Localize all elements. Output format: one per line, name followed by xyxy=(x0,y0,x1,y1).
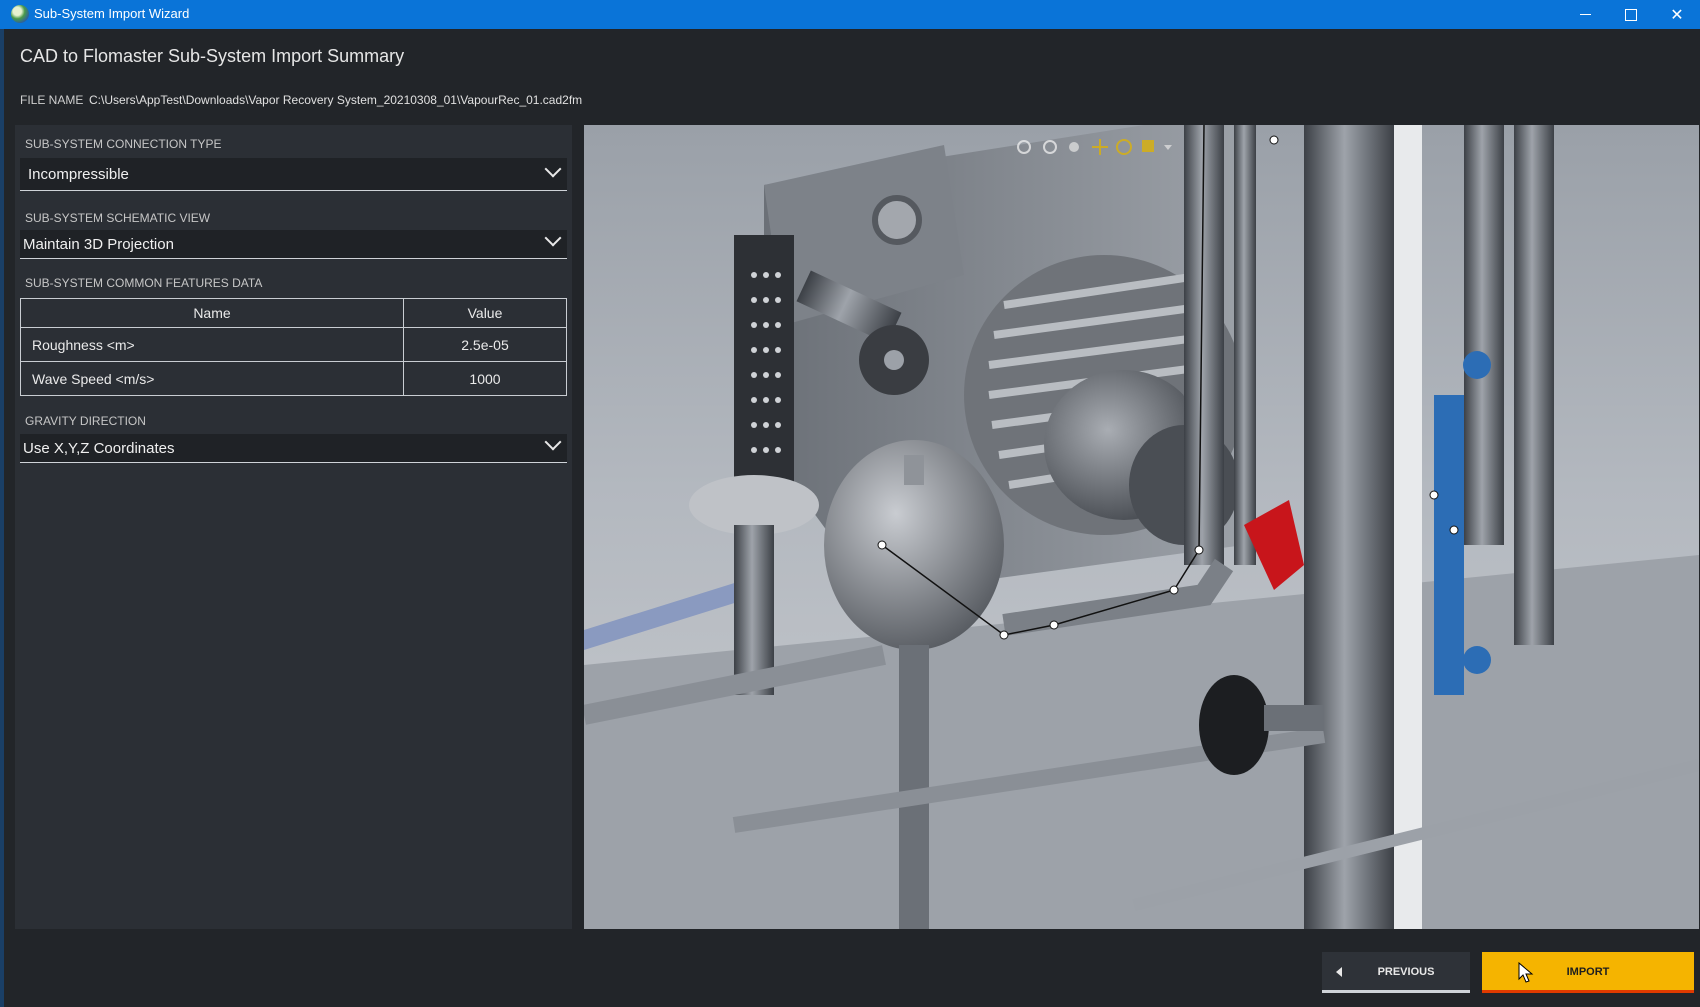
minimize-button[interactable] xyxy=(1562,0,1608,29)
window-title: Sub-System Import Wizard xyxy=(34,6,190,21)
features-label: SUB-SYSTEM COMMON FEATURES DATA xyxy=(25,276,263,290)
gravity-direction-dropdown[interactable]: Use X,Y,Z Coordinates xyxy=(20,433,567,463)
app-globe-icon xyxy=(11,5,29,23)
schematic-view-label: SUB-SYSTEM SCHEMATIC VIEW xyxy=(25,211,211,225)
schematic-view-value: Maintain 3D Projection xyxy=(23,236,174,253)
connection-type-value: Incompressible xyxy=(28,166,129,183)
previous-button[interactable]: PREVIOUS xyxy=(1322,952,1470,993)
connection-type-label: SUB-SYSTEM CONNECTION TYPE xyxy=(25,137,222,151)
page-title: CAD to Flomaster Sub-System Import Summa… xyxy=(20,46,405,66)
settings-panel: SUB-SYSTEM CONNECTION TYPE Incompressibl… xyxy=(15,125,572,929)
blue-valve-body xyxy=(1434,395,1464,695)
column-header-name: Name xyxy=(20,298,404,328)
file-name-label: FILE NAME xyxy=(20,93,84,107)
cad-model-render xyxy=(584,125,1699,929)
import-button[interactable]: IMPORT xyxy=(1482,952,1694,993)
row-value-input[interactable]: 2.5e-05 xyxy=(403,327,567,362)
row-value-input[interactable]: 1000 xyxy=(403,361,567,396)
schematic-view-dropdown[interactable]: Maintain 3D Projection xyxy=(20,229,567,259)
connection-type-dropdown[interactable]: Incompressible xyxy=(20,158,567,191)
chevron-down-icon xyxy=(544,160,562,178)
previous-button-label: PREVIOUS xyxy=(1377,966,1435,978)
mouse-cursor-icon xyxy=(1518,962,1534,983)
table-row: Roughness <m> 2.5e-05 xyxy=(20,327,567,362)
cad-3d-viewport[interactable] xyxy=(584,125,1699,929)
table-header-row: Name Value xyxy=(20,298,567,328)
maximize-button[interactable] xyxy=(1608,0,1654,29)
row-name: Roughness <m> xyxy=(20,327,404,362)
window-left-edge xyxy=(0,29,4,1007)
close-button[interactable]: ✕ xyxy=(1654,0,1700,29)
close-icon: ✕ xyxy=(1670,6,1684,24)
file-path-value: C:\Users\AppTest\Downloads\Vapor Recover… xyxy=(89,93,583,107)
table-row: Wave Speed <m/s> 1000 xyxy=(20,361,567,396)
gravity-direction-value: Use X,Y,Z Coordinates xyxy=(23,440,175,457)
features-table: Name Value Roughness <m> 2.5e-05 Wave Sp… xyxy=(20,298,567,396)
import-button-label: IMPORT xyxy=(1566,966,1610,978)
row-name: Wave Speed <m/s> xyxy=(20,361,404,396)
chevron-down-icon xyxy=(544,229,562,247)
column-header-value: Value xyxy=(403,298,567,328)
title-bar: Sub-System Import Wizard ✕ xyxy=(0,0,1700,29)
chevron-down-icon xyxy=(544,433,562,451)
minimize-icon xyxy=(1579,14,1591,15)
maximize-icon xyxy=(1625,8,1637,21)
gravity-label: GRAVITY DIRECTION xyxy=(25,414,146,428)
